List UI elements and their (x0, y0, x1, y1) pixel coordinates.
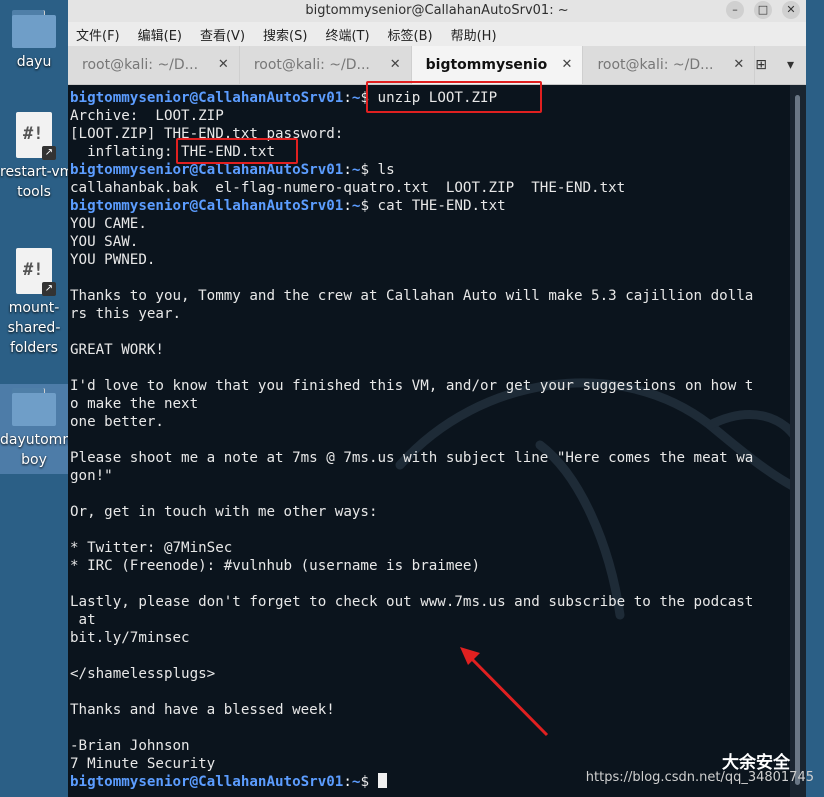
close-icon[interactable]: ✕ (733, 57, 744, 72)
terminal-output-line: I'd love to know that you finished this … (70, 378, 754, 394)
menu-help[interactable]: 帮助(H) (451, 25, 497, 44)
terminal-output-line: Thanks and have a blessed week! (70, 702, 335, 718)
tab-label: root@kali: ~/D... (82, 57, 199, 73)
terminal-output-line: at (70, 612, 96, 628)
menu-view[interactable]: 查看(V) (200, 25, 245, 44)
script-file-icon: #! ↗ (16, 112, 56, 160)
desktop-icon-dayutommyboy[interactable]: dayutommy boy (0, 384, 85, 474)
close-icon[interactable]: ✕ (390, 57, 401, 72)
annotation-arrow (460, 647, 549, 737)
terminal-output-line: -Brian Johnson (70, 738, 190, 754)
terminal-output-line: bit.ly/7minsec (70, 630, 190, 646)
terminal-output-line: Or, get in touch with me other ways: (70, 504, 378, 520)
folder-icon (12, 10, 56, 48)
tab-1[interactable]: root@kali: ~/D... ✕ (68, 46, 240, 84)
terminal-output-line: inflating: THE-END.txt (70, 144, 275, 160)
prompt-user: bigtommysenior@CallahanAutoSrv01 (70, 162, 344, 178)
prompt-command: ls (377, 162, 395, 178)
folder-icon (12, 388, 56, 426)
terminal-output-line: Thanks to you, Tommy and the crew at Cal… (70, 288, 754, 304)
close-icon[interactable]: ✕ (782, 1, 800, 19)
terminal-output-line: </shamelessplugs> (70, 666, 216, 682)
new-tab-icon[interactable]: ⊞ (755, 57, 767, 73)
terminal-output-line: YOU CAME. (70, 216, 147, 232)
menu-terminal[interactable]: 终端(T) (325, 25, 369, 44)
tab-label: bigtommysenio (425, 57, 548, 73)
desktop-icon-label: restart-vm- tools (0, 164, 79, 200)
desktop-icon-mount-shared-folders[interactable]: #! ↗ mount- shared- folders (0, 248, 68, 358)
close-icon[interactable]: ✕ (562, 57, 573, 72)
prompt-path: ~ (351, 90, 361, 106)
tab-3-active[interactable]: bigtommysenio ✕ (411, 46, 584, 84)
script-file-icon: #! ↗ (16, 248, 56, 296)
terminal-output-line: callahanbak.bak el-flag-numero-quatro.tx… (70, 180, 626, 196)
tab-2[interactable]: root@kali: ~/D... ✕ (240, 46, 412, 84)
menu-edit[interactable]: 编辑(E) (138, 25, 182, 44)
tab-menu-chevron-down-icon[interactable]: ▾ (787, 57, 794, 73)
terminal-output-line: Lastly, please don't forget to check out… (70, 594, 754, 610)
prompt-user: bigtommysenior@CallahanAutoSrv01 (70, 198, 344, 214)
menu-file[interactable]: 文件(F) (76, 25, 120, 44)
desktop-icon-label: mount- shared- folders (7, 300, 61, 356)
terminal-output-line: * Twitter: @7MinSec (70, 540, 233, 556)
terminal-output-line: Please shoot me a note at 7ms @ 7ms.us w… (70, 450, 754, 466)
terminal-cursor (377, 773, 387, 788)
prompt-path: ~ (351, 774, 361, 790)
terminal-scrollbar[interactable] (790, 85, 806, 797)
tab-label: root@kali: ~/D... (597, 57, 714, 73)
desktop-icon-restart-vm-tools[interactable]: #! ↗ restart-vm- tools (0, 112, 79, 202)
terminal-output-line: gon!" (70, 468, 113, 484)
terminal-prompt-line: bigtommysenior@CallahanAutoSrv01:~$ ls (70, 162, 395, 178)
terminal-window: bigtommysenior@CallahanAutoSrv01: ~ – □ … (68, 0, 806, 797)
highlight-unzip-command (366, 81, 542, 113)
highlight-the-end-file (176, 138, 298, 164)
terminal-output-line: YOU PWNED. (70, 252, 156, 268)
prompt-user: bigtommysenior@CallahanAutoSrv01 (70, 774, 344, 790)
tab-label: root@kali: ~/D... (253, 57, 370, 73)
prompt-path: ~ (351, 198, 361, 214)
tab-bar: root@kali: ~/D... ✕ root@kali: ~/D... ✕ bi… (68, 46, 806, 85)
terminal-output-line: rs this year. (70, 306, 182, 322)
terminal-output-line: * IRC (Freenode): #vulnhub (username is … (70, 558, 480, 574)
window-title: bigtommysenior@CallahanAutoSrv01: ~ (305, 3, 569, 18)
menu-search[interactable]: 搜索(S) (263, 25, 307, 44)
menubar: 文件(F) 编辑(E) 查看(V) 搜索(S) 终端(T) 标签(B) 帮助(H… (68, 22, 806, 46)
prompt-user: bigtommysenior@CallahanAutoSrv01 (70, 90, 344, 106)
maximize-icon[interactable]: □ (754, 1, 772, 19)
minimize-icon[interactable]: – (726, 1, 744, 19)
terminal-area[interactable]: bigtommysenior@CallahanAutoSrv01:~$ unzi… (68, 85, 790, 797)
prompt-command: cat THE-END.txt (377, 198, 506, 214)
desktop-icon-label: dayu (16, 54, 52, 70)
terminal-output-line: o make the next (70, 396, 199, 412)
watermark-url: https://blog.csdn.net/qq_34801745 (585, 770, 814, 785)
desktop-icon-label: dayutommy boy (0, 432, 85, 468)
tab-4[interactable]: root@kali: ~/D... ✕ (583, 46, 756, 84)
terminal-output: bigtommysenior@CallahanAutoSrv01:~$ unzi… (70, 89, 753, 791)
terminal-output-line: one better. (70, 414, 164, 430)
window-titlebar[interactable]: bigtommysenior@CallahanAutoSrv01: ~ – □ … (68, 0, 806, 22)
desktop-icon-dayu[interactable]: dayu (0, 10, 68, 72)
terminal-prompt-line: bigtommysenior@CallahanAutoSrv01:~$ cat … (70, 198, 506, 214)
menu-tabs[interactable]: 标签(B) (388, 25, 433, 44)
terminal-output-line: [LOOT.ZIP] THE-END.txt password: (70, 126, 344, 142)
close-icon[interactable]: ✕ (218, 57, 229, 72)
terminal-output-line: GREAT WORK! (70, 342, 164, 358)
prompt-path: ~ (351, 162, 361, 178)
terminal-output-line: YOU SAW. (70, 234, 139, 250)
